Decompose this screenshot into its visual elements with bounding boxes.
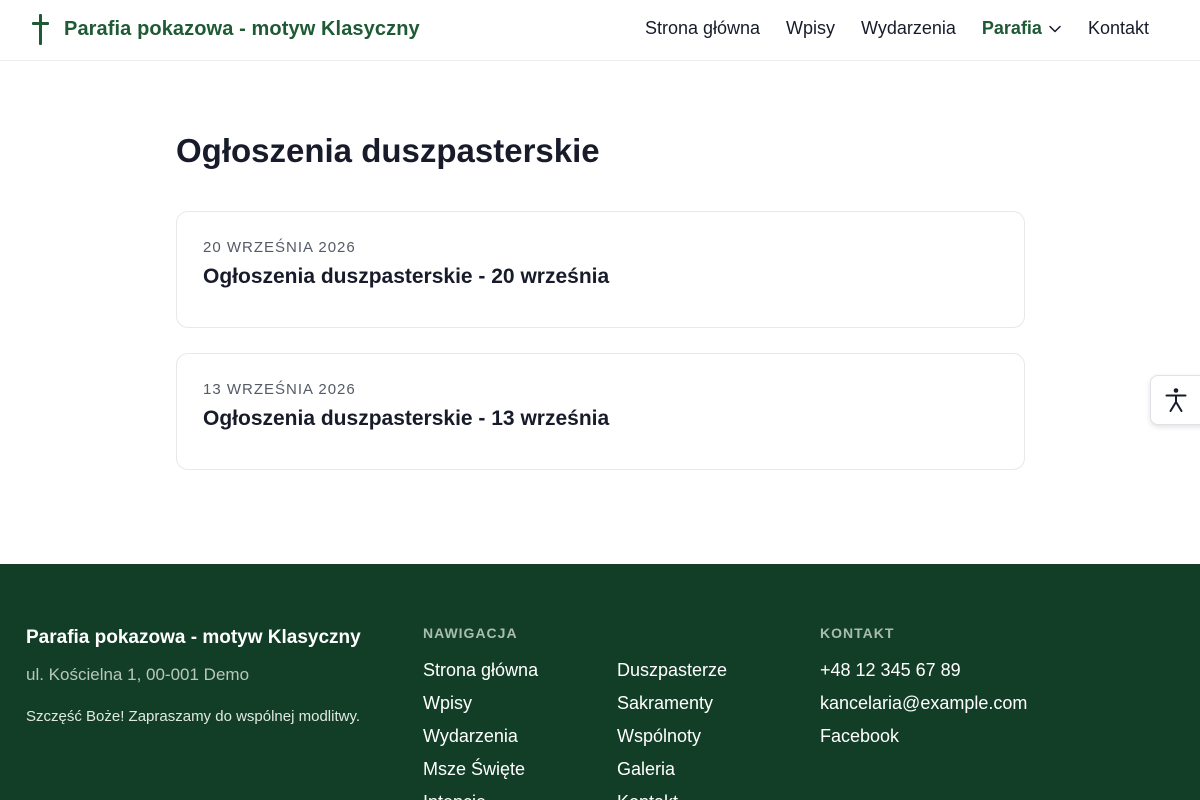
nav-item-home[interactable]: Strona główna [645,18,760,39]
post-title[interactable]: Ogłoszenia duszpasterskie - 13 września [203,407,609,431]
nav-label: Parafia [981,18,1042,38]
footer-address: ul. Kościelna 1, 00-001 Demo [26,665,250,684]
footer-facebook-link[interactable]: Facebook [820,725,1027,758]
footer-link[interactable]: Wydarzenia [423,725,538,758]
footer-motto: Szczęść Boże! Zapraszamy do wspólnej mod… [26,708,361,725]
footer-link[interactable]: Wpisy [423,692,538,725]
footer-link[interactable]: Wspólnoty [617,725,727,758]
cross-icon [30,14,52,45]
nav-item-posts[interactable]: Wpisy [786,18,835,39]
nav-item-events[interactable]: Wydarzenia [861,18,956,39]
accessibility-icon [1165,388,1187,412]
site-header: Parafia pokazowa - motyw Klasyczny Stron… [0,0,1200,61]
page-title: Ogłoszenia duszpasterskie [176,132,600,169]
site-footer: Parafia pokazowa - motyw Klasyczny ul. K… [0,564,1200,800]
nav-label: Wydarzenia [861,18,956,38]
post-date: 13 WRZEŚNIA 2026 [203,381,356,398]
footer-link[interactable]: Galeria [617,758,727,791]
footer-title: Parafia pokazowa - motyw Klasyczny [26,627,361,648]
footer-nav-heading: NAWIGACJA [423,625,518,641]
nav-label: Kontakt [1087,18,1149,38]
post-date: 20 WRZEŚNIA 2026 [203,239,356,256]
footer-contact-list: +48 12 345 67 89 kancelaria@example.com … [820,659,1027,758]
footer-link[interactable]: Msze Święte [423,758,538,791]
brand-name: Parafia pokazowa - motyw Klasyczny [64,18,420,40]
nav-item-parish[interactable]: Parafia [982,18,1062,39]
footer-nav-list: Strona główna Wpisy Wydarzenia Msze Świę… [423,659,538,800]
footer-contact-heading: KONTAKT [820,625,895,641]
footer-email-link[interactable]: kancelaria@example.com [820,692,1027,725]
footer-link[interactable]: Strona główna [423,659,538,692]
accessibility-button[interactable] [1150,375,1200,425]
main-nav: Strona główna Wpisy Wydarzenia Parafia K… [619,18,1149,39]
post-card[interactable]: 13 WRZEŚNIA 2026 Ogłoszenia duszpastersk… [176,353,1025,470]
post-title[interactable]: Ogłoszenia duszpasterskie - 20 września [203,265,609,289]
post-card[interactable]: 20 WRZEŚNIA 2026 Ogłoszenia duszpastersk… [176,211,1025,328]
brand-link[interactable]: Parafia pokazowa - motyw Klasyczny [30,14,420,45]
nav-item-contact[interactable]: Kontakt [1088,18,1149,39]
nav-label: Wpisy [786,18,836,38]
footer-link[interactable]: Duszpasterze [617,659,727,692]
nav-label: Strona główna [644,18,761,38]
chevron-down-icon [1049,25,1061,32]
footer-link[interactable]: Sakramenty [617,692,727,725]
footer-phone-link[interactable]: +48 12 345 67 89 [820,659,1027,692]
footer-nav-list: Duszpasterze Sakramenty Wspólnoty Galeri… [617,659,727,800]
footer-link[interactable]: Kontakt [617,791,727,800]
footer-link[interactable]: Intencje [423,791,538,800]
